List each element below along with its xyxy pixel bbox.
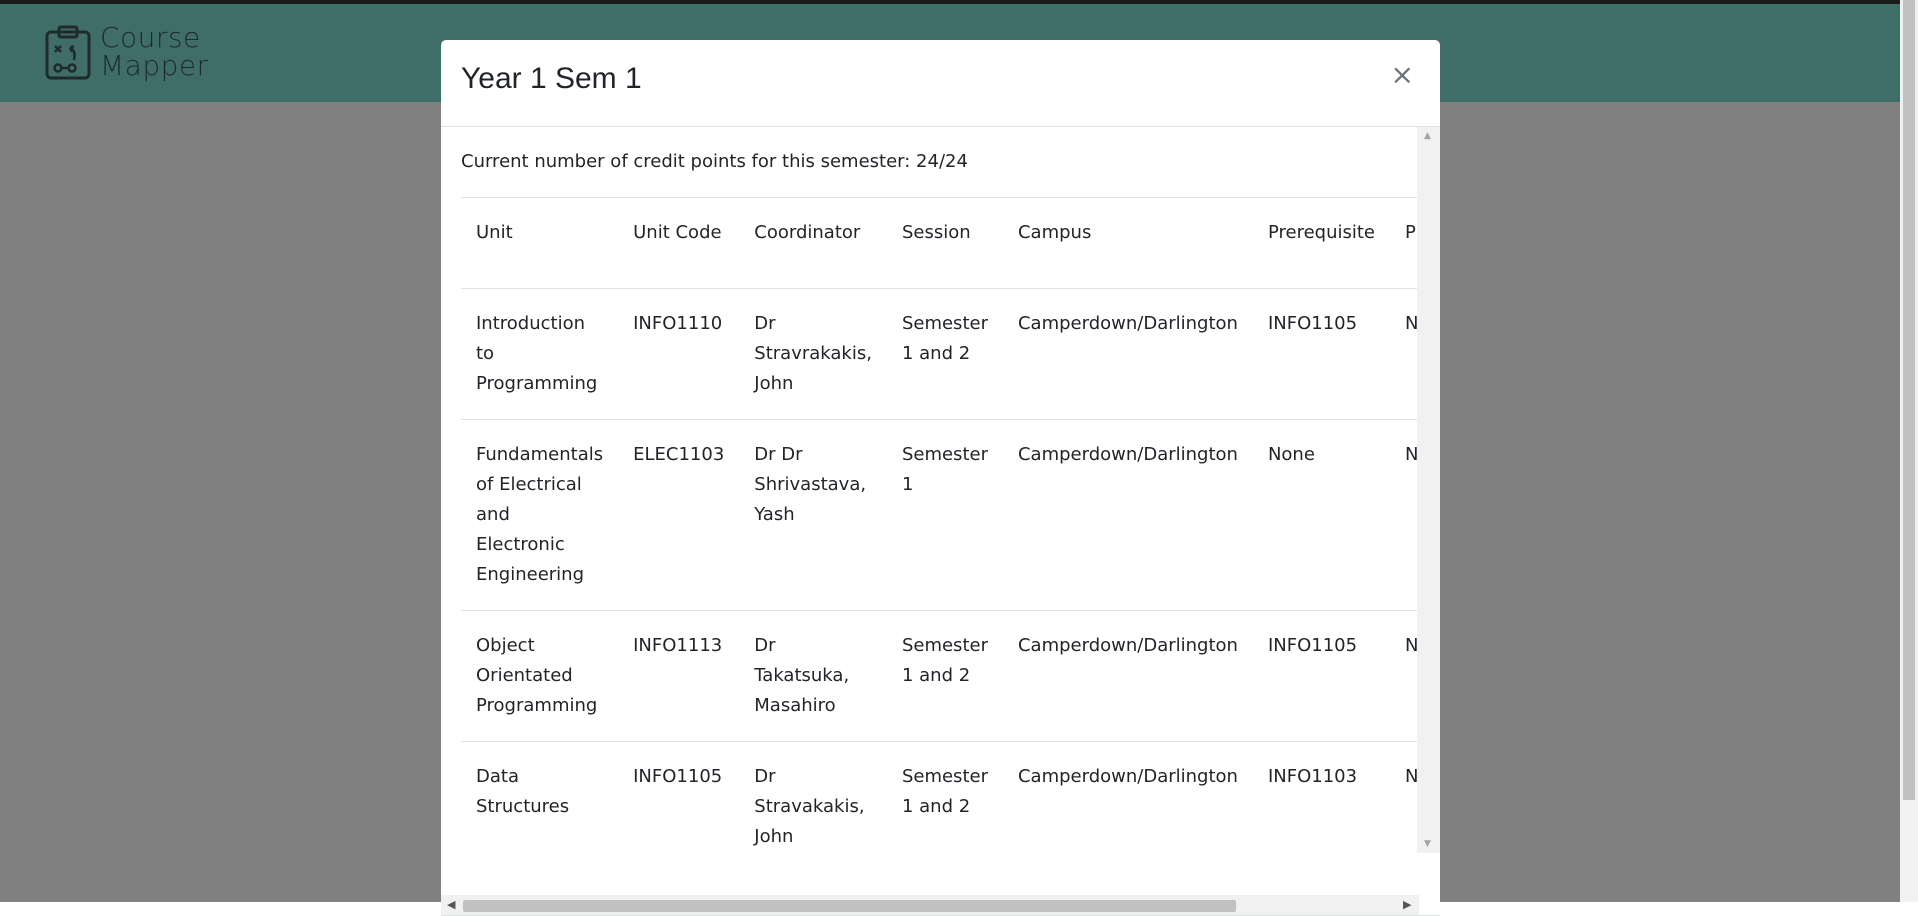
- cell-prohibition: Nor: [1390, 741, 1417, 872]
- cell-unit-code: INFO1113: [618, 610, 740, 742]
- cell-prerequisite: INFO1105: [1252, 288, 1390, 420]
- clipboard-strategy-icon: [45, 25, 91, 80]
- cell-unit-code: INFO1105: [618, 741, 740, 872]
- cell-unit: Introduction to Programming: [461, 288, 619, 420]
- column-header-unit-code: Unit Code: [618, 197, 740, 289]
- scroll-left-arrow-icon[interactable]: ◀: [447, 898, 455, 911]
- modal-title: Year 1 Sem 1: [461, 62, 642, 95]
- cell-campus: Camperdown/Darlington: [1002, 288, 1253, 420]
- table-row[interactable]: Introduction to Programming INFO1110 Dr …: [461, 288, 1417, 420]
- cell-coordinator: Dr Takatsuka, Masahiro: [739, 610, 887, 742]
- cell-prerequisite: INFO1105: [1252, 610, 1390, 742]
- cell-unit-code: INFO1110: [618, 288, 740, 420]
- cell-session: Semester 1: [886, 419, 1003, 611]
- logo-line-1: Course: [100, 21, 201, 54]
- table-row[interactable]: Data Structures INFO1105 Dr Stravakakis,…: [461, 741, 1417, 872]
- cell-campus: Camperdown/Darlington: [1002, 741, 1253, 872]
- logo-line-2: Mapper: [100, 49, 209, 82]
- table-horizontal-scrollbar[interactable]: ◀ ▶: [441, 895, 1419, 915]
- scroll-up-arrow-icon[interactable]: ▲: [1424, 131, 1431, 141]
- units-table: Unit Unit Code Coordinator Session Campu…: [461, 197, 1417, 872]
- cell-coordinator: Dr Stravrakakis, John: [739, 288, 887, 420]
- credit-points-text: Current number of credit points for this…: [461, 151, 968, 172]
- cell-unit-code: ELEC1103: [618, 419, 740, 611]
- modal-body-content: Current number of credit points for this…: [461, 127, 1417, 874]
- modal-body: Current number of credit points for this…: [441, 127, 1440, 874]
- column-header-campus: Campus: [1002, 197, 1253, 289]
- page-scrollbar[interactable]: [1900, 0, 1918, 902]
- column-header-prohibition: Prol: [1390, 197, 1417, 289]
- column-header-session: Session: [886, 197, 1003, 289]
- cell-prerequisite: None: [1252, 419, 1390, 611]
- app-logo[interactable]: Course Mapper: [44, 24, 209, 80]
- close-icon[interactable]: ×: [1385, 60, 1420, 90]
- semester-modal: Year 1 Sem 1 × Current number of credit …: [441, 40, 1440, 916]
- cell-session: Semester 1 and 2: [886, 610, 1003, 742]
- cell-unit: Fundamentals of Electrical and Electroni…: [461, 419, 619, 611]
- cell-prohibition: Nor: [1390, 288, 1417, 420]
- cell-session: Semester 1 and 2: [886, 288, 1003, 420]
- scroll-down-arrow-icon[interactable]: ▼: [1424, 839, 1431, 849]
- cell-campus: Camperdown/Darlington: [1002, 610, 1253, 742]
- column-header-unit: Unit: [461, 197, 619, 289]
- cell-campus: Camperdown/Darlington: [1002, 419, 1253, 611]
- page-scrollbar-thumb[interactable]: [1903, 0, 1915, 800]
- table-row[interactable]: Fundamentals of Electrical and Electroni…: [461, 419, 1417, 611]
- column-header-coordinator: Coordinator: [739, 197, 887, 289]
- table-row[interactable]: Object Orientated Programming INFO1113 D…: [461, 610, 1417, 742]
- modal-header: Year 1 Sem 1 ×: [441, 40, 1440, 127]
- cell-coordinator: Dr Dr Shrivastava, Yash: [739, 419, 887, 611]
- cell-prerequisite: INFO1103: [1252, 741, 1390, 872]
- cell-prohibition: Nor: [1390, 610, 1417, 742]
- cell-unit: Data Structures: [461, 741, 619, 872]
- scroll-right-arrow-icon[interactable]: ▶: [1403, 898, 1411, 911]
- cell-coordinator: Dr Stravakakis, John: [739, 741, 887, 872]
- table-header-row: Unit Unit Code Coordinator Session Campu…: [461, 197, 1417, 289]
- modal-vertical-scrollbar[interactable]: ▲ ▼: [1417, 127, 1440, 853]
- cell-prohibition: Nor: [1390, 419, 1417, 611]
- cell-session: Semester 1 and 2: [886, 741, 1003, 872]
- column-header-prerequisite: Prerequisite: [1252, 197, 1390, 289]
- logo-text: Course Mapper: [100, 24, 209, 80]
- cell-unit: Object Orientated Programming: [461, 610, 619, 742]
